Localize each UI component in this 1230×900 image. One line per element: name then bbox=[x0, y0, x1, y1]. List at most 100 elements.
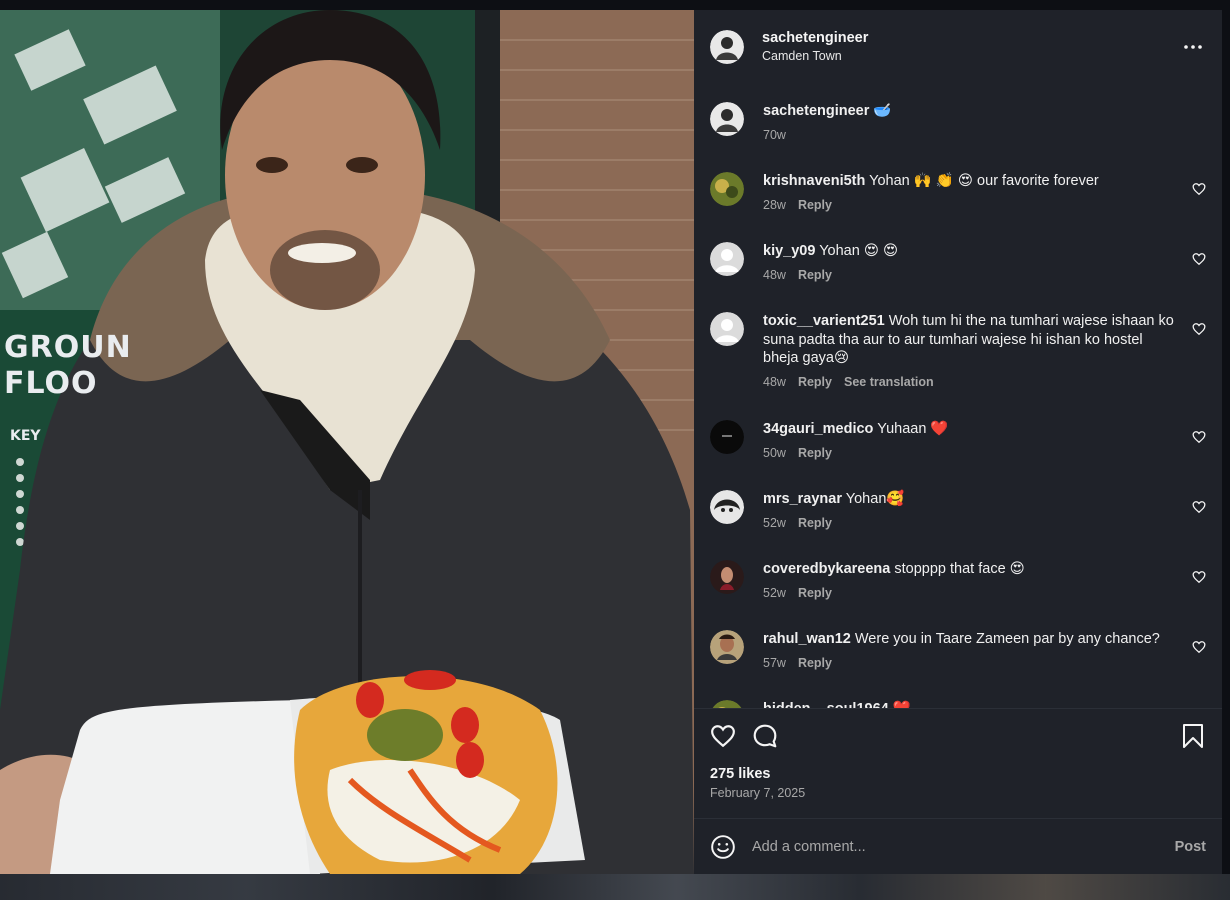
comment-time[interactable]: 48w bbox=[763, 375, 786, 389]
comment-time[interactable]: 52w bbox=[763, 586, 786, 600]
comment-meta: 48w Reply See translation bbox=[763, 375, 1176, 389]
reply-button[interactable]: Reply bbox=[798, 516, 832, 530]
bookmark-icon[interactable] bbox=[1182, 723, 1206, 749]
reply-button[interactable]: Reply bbox=[798, 446, 832, 460]
comment-message: Yohan 😍 😍 bbox=[819, 243, 899, 259]
reply-button[interactable]: Reply bbox=[798, 656, 832, 670]
post-header: sachetengineer Camden Town bbox=[694, 10, 1222, 84]
commenter-username[interactable]: mrs_raynar bbox=[763, 491, 842, 507]
comment-input[interactable] bbox=[752, 838, 1175, 855]
sign-line-1: GROUN bbox=[4, 330, 132, 365]
comment-like-heart-icon[interactable] bbox=[1192, 430, 1206, 444]
comment-like-heart-icon[interactable] bbox=[1192, 640, 1206, 654]
commenter-username[interactable]: hidden__soul1964 bbox=[763, 701, 889, 708]
comment-text: coveredbykareena stopppp that face 😍 bbox=[763, 560, 1176, 579]
commenter-avatar[interactable] bbox=[710, 420, 744, 454]
comment-text: mrs_raynar Yohan🥰 bbox=[763, 490, 1176, 509]
comment-time[interactable]: 48w bbox=[763, 268, 786, 282]
author-avatar[interactable] bbox=[710, 29, 744, 64]
comment-message: 🥣 bbox=[873, 103, 892, 119]
commenter-avatar[interactable] bbox=[710, 700, 744, 708]
comment-meta: 52w Reply bbox=[763, 516, 1176, 530]
reply-button[interactable]: Reply bbox=[798, 375, 832, 389]
comment-time[interactable]: 28w bbox=[763, 198, 786, 212]
comment-like-heart-icon[interactable] bbox=[1192, 570, 1206, 584]
commenter-avatar[interactable] bbox=[710, 560, 744, 594]
comment-message: Yohan 🙌 👏 😍 our favorite forever bbox=[869, 173, 1099, 189]
author-username[interactable]: sachetengineer bbox=[762, 30, 868, 46]
commenter-avatar[interactable] bbox=[710, 102, 744, 136]
comment-meta: 48w Reply bbox=[763, 268, 1176, 282]
commenter-avatar[interactable] bbox=[710, 312, 744, 346]
post-location[interactable]: Camden Town bbox=[762, 49, 868, 63]
comment-item: hidden__soul1964 ❤️ bbox=[710, 700, 1206, 708]
reply-button[interactable]: Reply bbox=[798, 268, 832, 282]
comment-item: rahul_wan12 Were you in Taare Zameen par… bbox=[710, 630, 1206, 670]
comment-like-heart-icon[interactable] bbox=[1192, 252, 1206, 266]
comments-list[interactable]: sachetengineer 🥣 70w krishnaveni5th Yohan … bbox=[694, 84, 1222, 708]
comment-item: mrs_raynar Yohan🥰 52w Reply bbox=[710, 490, 1206, 530]
action-bar: 275 likes February 7, 2025 bbox=[694, 708, 1222, 818]
sign-line-2: FLOO bbox=[4, 366, 98, 401]
commenter-username[interactable]: rahul_wan12 bbox=[763, 631, 851, 647]
heart-icon[interactable] bbox=[710, 723, 736, 749]
commenter-avatar[interactable] bbox=[710, 490, 744, 524]
comment-meta: 70w bbox=[763, 128, 1176, 142]
comment-text: sachetengineer 🥣 bbox=[763, 102, 1176, 121]
likes-count[interactable]: 275 likes bbox=[710, 766, 1206, 782]
post-side-panel: sachetengineer Camden Town sachetenginee… bbox=[694, 10, 1222, 874]
commenter-username[interactable]: 34gauri_medico bbox=[763, 421, 873, 437]
post-photo[interactable]: GROUN FLOO KEY bbox=[0, 10, 694, 874]
commenter-avatar[interactable] bbox=[710, 630, 744, 664]
comment-message: Yohan🥰 bbox=[845, 491, 905, 507]
commenter-username[interactable]: kiy_y09 bbox=[763, 243, 815, 259]
comment-item: kiy_y09 Yohan 😍 😍 48w Reply bbox=[710, 242, 1206, 282]
see-translation-button[interactable]: See translation bbox=[844, 375, 934, 389]
comment-message: Were you in Taare Zameen par by any chan… bbox=[854, 631, 1160, 647]
photo-illustration bbox=[0, 10, 694, 874]
comment-like-heart-icon[interactable] bbox=[1192, 322, 1206, 336]
post-modal: GROUN FLOO KEY sachetengineer Camden Tow… bbox=[0, 10, 1222, 874]
comment-item: toxic__varient251 Woh tum hi the na tumh… bbox=[710, 312, 1206, 389]
comment-time[interactable]: 52w bbox=[763, 516, 786, 530]
comment-message: stopppp that face 😍 bbox=[894, 561, 1025, 577]
commenter-username[interactable]: sachetengineer bbox=[763, 103, 869, 119]
comment-meta: 57w Reply bbox=[763, 656, 1176, 670]
comment-time[interactable]: 57w bbox=[763, 656, 786, 670]
comment-text: rahul_wan12 Were you in Taare Zameen par… bbox=[763, 630, 1176, 649]
comment-message: ❤️ bbox=[893, 701, 911, 708]
comment-like-heart-icon[interactable] bbox=[1192, 500, 1206, 514]
comment-message: Yuhaan ❤️ bbox=[877, 421, 949, 437]
reply-button[interactable]: Reply bbox=[798, 586, 832, 600]
comment-like-heart-icon[interactable] bbox=[1192, 182, 1206, 196]
commenter-username[interactable]: coveredbykareena bbox=[763, 561, 890, 577]
comment-text: hidden__soul1964 ❤️ bbox=[763, 700, 1176, 708]
comment-item: krishnaveni5th Yohan 🙌 👏 😍 our favorite … bbox=[710, 172, 1206, 212]
comment-time[interactable]: 50w bbox=[763, 446, 786, 460]
commenter-username[interactable]: krishnaveni5th bbox=[763, 173, 865, 189]
comment-text: krishnaveni5th Yohan 🙌 👏 😍 our favorite … bbox=[763, 172, 1176, 191]
comment-meta: 52w Reply bbox=[763, 586, 1176, 600]
comment-item: sachetengineer 🥣 70w bbox=[710, 102, 1206, 142]
post-comment-button[interactable]: Post bbox=[1175, 839, 1206, 855]
comment-item: 34gauri_medico Yuhaan ❤️ 50w Reply bbox=[710, 420, 1206, 460]
sign-text: GROUN FLOO bbox=[4, 330, 132, 402]
background-feed-strip bbox=[0, 874, 1230, 900]
emoji-smile-icon[interactable] bbox=[710, 834, 736, 860]
commenter-avatar[interactable] bbox=[710, 242, 744, 276]
comment-bubble-icon[interactable] bbox=[752, 723, 778, 749]
sign-key: KEY bbox=[10, 428, 41, 444]
comment-text: kiy_y09 Yohan 😍 😍 bbox=[763, 242, 1176, 261]
comment-meta: 28w Reply bbox=[763, 198, 1176, 212]
comment-item: coveredbykareena stopppp that face 😍 52w R… bbox=[710, 560, 1206, 600]
comment-text: toxic__varient251 Woh tum hi the na tumh… bbox=[763, 312, 1176, 368]
comment-time[interactable]: 70w bbox=[763, 128, 786, 142]
commenter-avatar[interactable] bbox=[710, 172, 744, 206]
more-options-icon[interactable] bbox=[1180, 37, 1206, 57]
reply-button[interactable]: Reply bbox=[798, 198, 832, 212]
comment-text: 34gauri_medico Yuhaan ❤️ bbox=[763, 420, 1176, 439]
commenter-username[interactable]: toxic__varient251 bbox=[763, 313, 885, 329]
comment-composer: Post bbox=[694, 818, 1222, 874]
comment-meta: 50w Reply bbox=[763, 446, 1176, 460]
post-date: February 7, 2025 bbox=[710, 786, 806, 800]
